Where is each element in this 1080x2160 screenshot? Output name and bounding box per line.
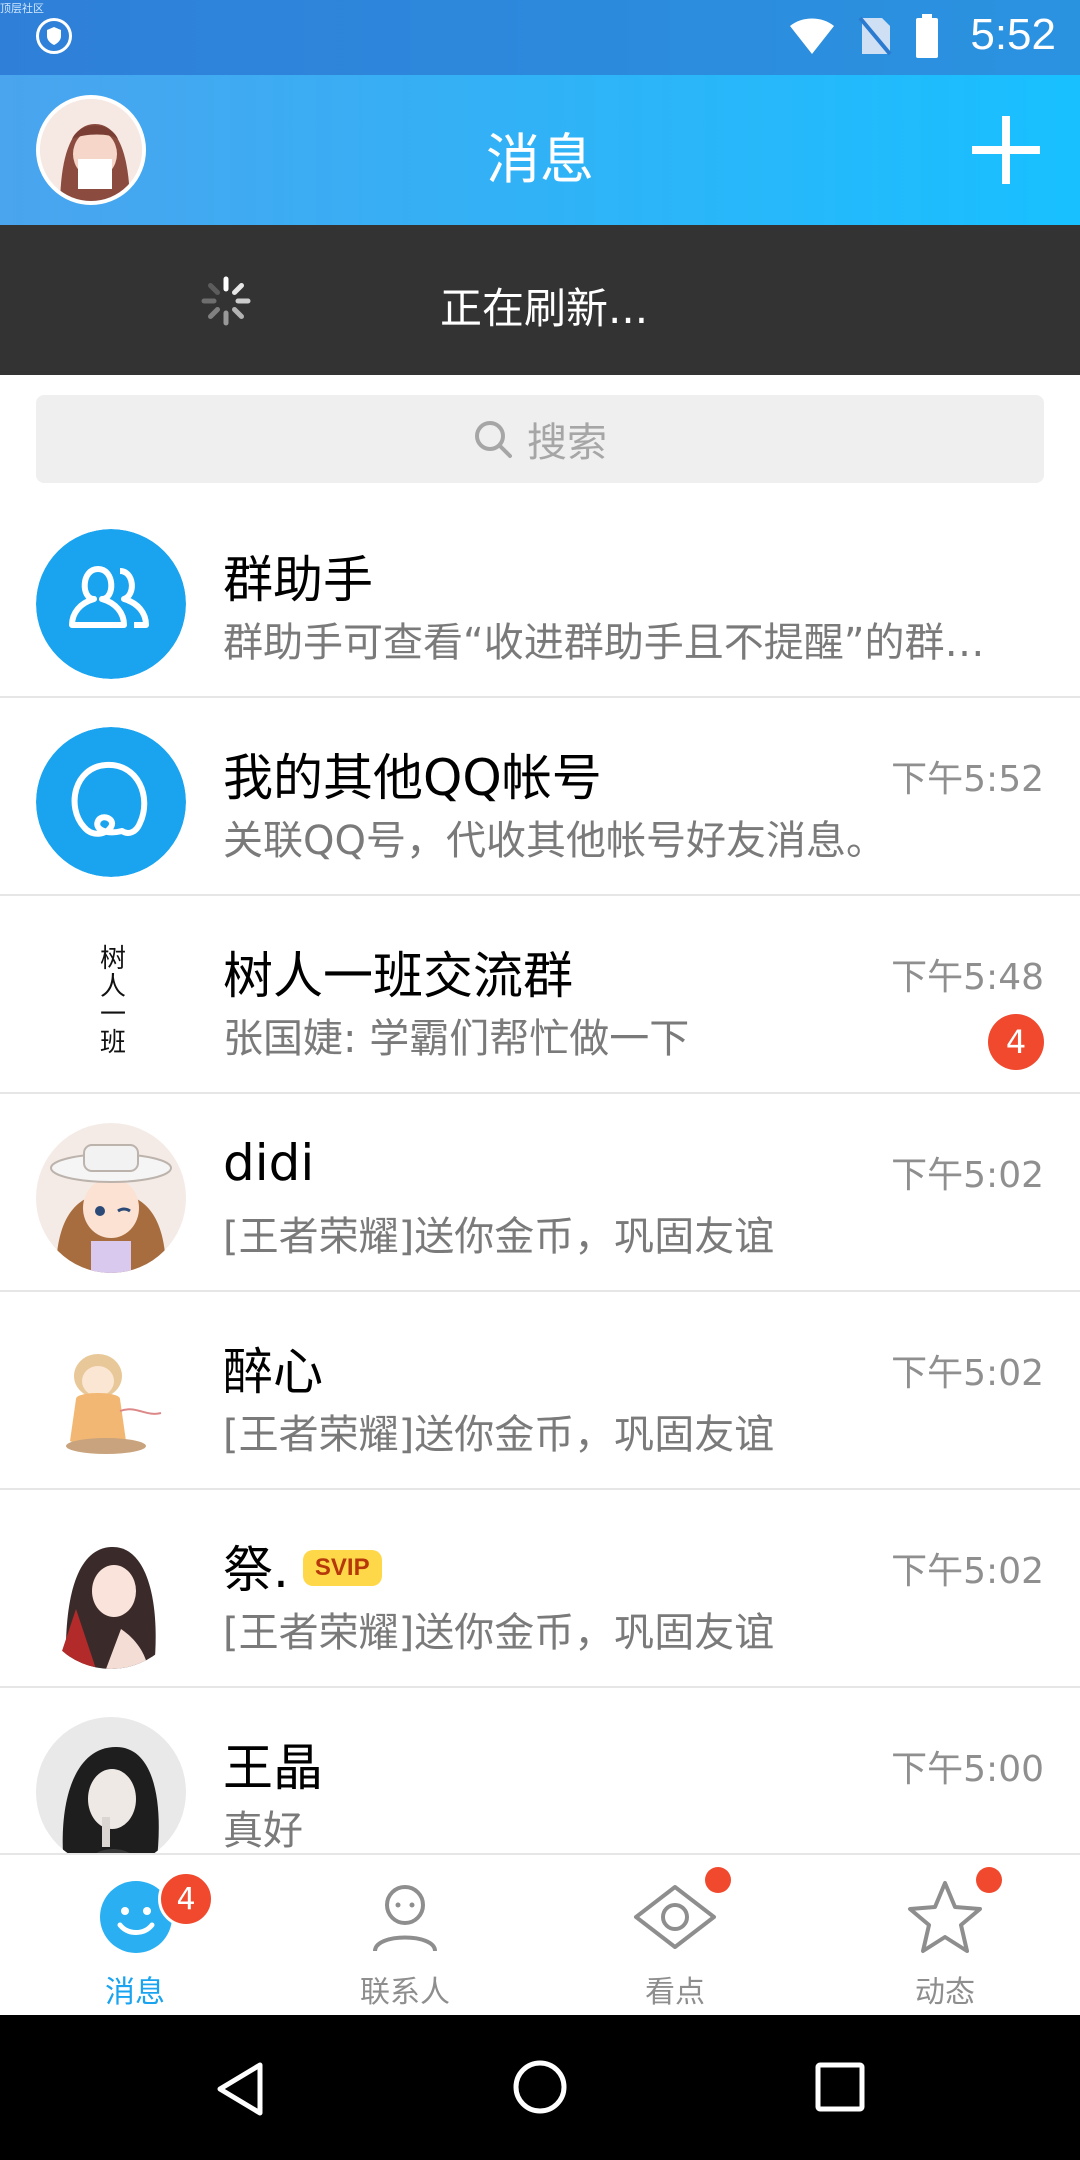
conversation-row[interactable]: 醉心 [王者荣耀]送你金币，巩固友谊 下午5:02 [0,1292,1080,1490]
tab-messages[interactable]: 4 消息 [0,1867,270,2010]
conversation-name: didi [223,1134,315,1192]
messages-badge: 4 [158,1871,214,1927]
status-icons [788,14,940,58]
moments-notification-dot [976,1867,1002,1893]
conversation-name: 祭. SVIP [223,1530,382,1602]
conversation-preview: 关联QQ号，代收其他帐号好友消息。 [223,818,886,864]
conversation-time: 下午5:52 [891,759,1044,800]
star-icon [908,1881,982,1953]
conversation-row[interactable]: 树人一班 树人一班交流群 张国婕: 学霸们帮忙做一下 下午5:48 4 [0,896,1080,1094]
conversation-row[interactable]: 我的其他QQ帐号 关联QQ号，代收其他帐号好友消息。 下午5:52 [0,698,1080,896]
page-title: 消息 [486,128,594,191]
conversation-name: 王晶 [223,1739,323,1797]
tab-label: 看点 [645,1975,705,2010]
tab-label: 联系人 [360,1975,450,2010]
recents-icon[interactable] [810,2057,870,2117]
no-sim-icon [858,16,892,56]
svip-badge: SVIP [302,1549,382,1586]
conversation-list: 群助手 群助手可查看“收进群助手且不提醒”的群… 我的其他QQ帐号 关联QQ号，… [0,500,1080,1886]
watch-notification-dot [705,1867,731,1893]
status-tiny-label: 顶层社区 [0,2,44,15]
eye-icon [634,1885,716,1949]
refresh-text: 正在刷新... [440,284,649,333]
tab-label: 消息 [105,1975,165,2010]
conversation-name: 群助手 [223,551,373,609]
refresh-banner: 正在刷新... [0,225,1080,375]
status-time: 5:52 [970,10,1056,59]
conversation-preview: 真好 [223,1808,303,1854]
bottom-tab-bar: 4 消息 联系人 看点 动态 [0,1853,1080,2015]
user-avatar [36,1321,186,1471]
group-helper-avatar [36,529,186,679]
home-icon[interactable] [510,2057,570,2117]
search-placeholder: 搜索 [527,420,607,466]
contacts-icon [373,1885,437,1952]
conversation-name: 树人一班交流群 [223,947,573,1005]
search-input[interactable]: 搜索 [36,395,1044,483]
shield-icon [36,18,72,54]
conversation-preview: 张国婕: 学霸们帮忙做一下 [223,1016,690,1062]
unread-badge: 4 [988,1014,1044,1070]
conversation-time: 下午5:02 [891,1551,1044,1592]
battery-icon [916,14,938,58]
other-accounts-avatar [36,727,186,877]
group-avatar: 树人一班 [36,925,186,1075]
conversation-row[interactable]: 群助手 群助手可查看“收进群助手且不提醒”的群… [0,500,1080,698]
loading-spinner-icon [201,276,251,326]
tab-watch[interactable]: 看点 [540,1867,810,2010]
conversation-row[interactable]: didi [王者荣耀]送你金币，巩固友谊 下午5:02 [0,1094,1080,1292]
conversation-time: 下午5:00 [891,1749,1044,1790]
plus-icon[interactable] [968,112,1044,188]
wifi-icon [790,18,834,54]
conversation-preview: [王者荣耀]送你金币，巩固友谊 [223,1412,775,1458]
conversation-name: 我的其他QQ帐号 [223,749,602,807]
user-avatar [36,1123,186,1273]
conversation-preview: [王者荣耀]送你金币，巩固友谊 [223,1214,775,1260]
tab-contacts[interactable]: 联系人 [270,1867,540,2010]
user-avatar [36,1519,186,1669]
conversation-name: 醉心 [223,1343,323,1401]
status-bar: 顶层社区 5:52 [0,0,1080,75]
back-icon[interactable] [210,2059,270,2119]
conversation-time: 下午5:02 [891,1155,1044,1196]
search-icon [475,421,512,458]
conversation-time: 下午5:48 [891,957,1044,998]
conversation-name-text: 祭. [223,1541,289,1599]
conversation-time: 下午5:02 [891,1353,1044,1394]
system-nav-bar [0,2015,1080,2160]
app-header: 消息 [0,75,1080,225]
conversation-preview: 群助手可查看“收进群助手且不提醒”的群… [223,620,985,666]
tab-label: 动态 [915,1975,975,2010]
tab-moments[interactable]: 动态 [810,1867,1080,2010]
conversation-row[interactable]: 祭. SVIP [王者荣耀]送你金币，巩固友谊 下午5:02 [0,1490,1080,1688]
search-area: 搜索 [0,375,1080,500]
group-avatar-text: 树人一班 [95,944,126,1056]
conversation-preview: [王者荣耀]送你金币，巩固友谊 [223,1610,775,1656]
user-avatar [36,1717,186,1867]
